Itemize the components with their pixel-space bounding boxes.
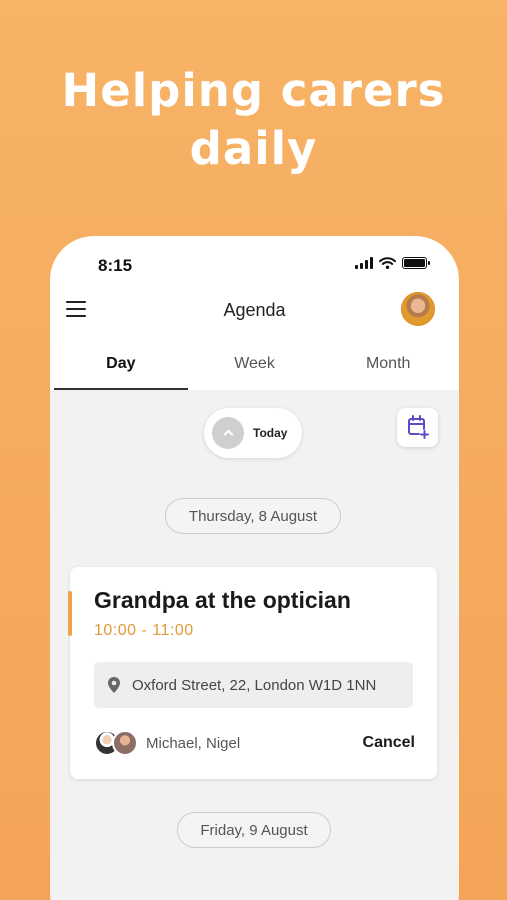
attendee-avatar-nigel	[112, 730, 138, 756]
location-text: Oxford Street, 22, London W1D 1NN	[132, 676, 377, 694]
event-location[interactable]: Oxford Street, 22, London W1D 1NN	[94, 662, 413, 708]
attendee-names: Michael, Nigel	[146, 734, 241, 752]
tab-month[interactable]: Month	[321, 342, 455, 390]
battery-icon	[402, 257, 430, 269]
signal-icon	[355, 257, 373, 269]
calendar-add-icon	[408, 415, 430, 440]
headline-line-2: daily	[189, 122, 318, 175]
event-accent-bar	[68, 591, 72, 636]
wifi-icon	[379, 257, 396, 269]
status-time: 8:15	[98, 256, 133, 275]
date-header-friday: Friday, 9 August	[177, 812, 331, 848]
event-time: 10:00 - 11:00	[94, 622, 194, 639]
view-tabs: Day Week Month	[54, 342, 455, 390]
today-button[interactable]: Today	[204, 408, 302, 458]
headline-line-1: Helping carers	[61, 64, 446, 117]
avatar[interactable]	[401, 292, 435, 326]
today-label: Today	[253, 426, 288, 440]
tab-week[interactable]: Week	[188, 342, 322, 390]
status-bar: 8:15	[50, 236, 459, 288]
cancel-button[interactable]: Cancel	[363, 734, 415, 752]
status-icons	[355, 257, 430, 269]
event-title: Grandpa at the optician	[94, 587, 351, 613]
attendees: Michael, Nigel	[94, 730, 240, 756]
event-card[interactable]: Grandpa at the optician 10:00 - 11:00 Ox…	[68, 567, 437, 779]
date-header-thursday: Thursday, 8 August	[165, 498, 341, 534]
page-title: Agenda	[223, 300, 286, 320]
location-pin-icon	[108, 677, 120, 693]
promo-headline: Helping carers daily	[0, 62, 507, 178]
phone-frame: 8:15 Agenda Day Week Month Today Thursda…	[50, 236, 459, 900]
chevron-up-icon	[212, 417, 244, 449]
add-event-button[interactable]	[397, 408, 438, 447]
tab-day[interactable]: Day	[54, 342, 188, 390]
app-header: Agenda	[50, 288, 459, 332]
agenda-content: Today Thursday, 8 August Grandpa at the …	[50, 390, 459, 900]
